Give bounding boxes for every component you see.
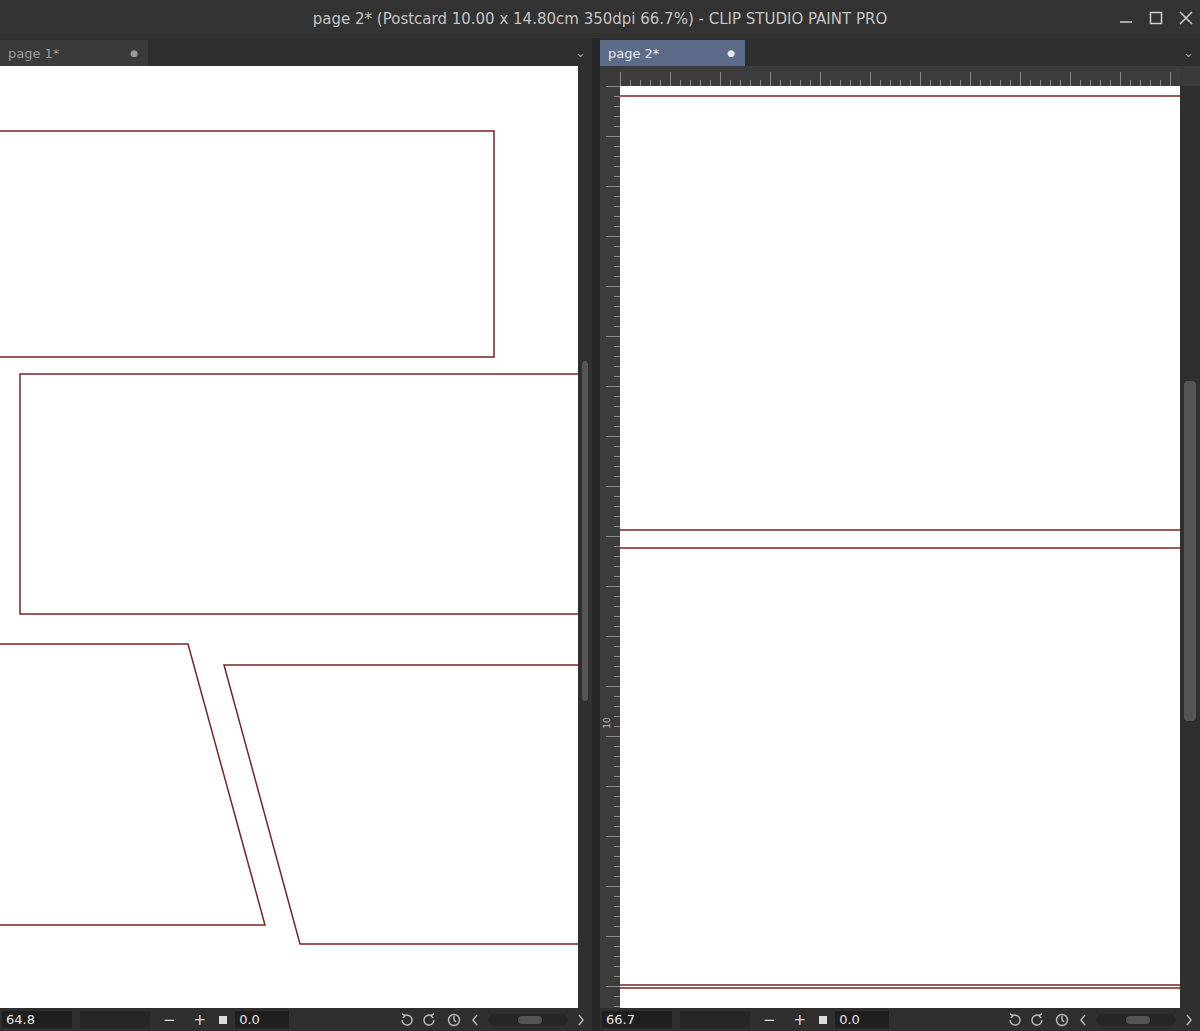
zoom-slider[interactable] <box>80 1011 150 1028</box>
title-bar: page 2* (Postcard 10.00 x 14.80cm 350dpi… <box>0 0 1200 38</box>
zoom-in-button[interactable]: + <box>189 1011 212 1029</box>
fit-icon[interactable] <box>219 1016 227 1024</box>
rotate-right-icon[interactable] <box>1030 1012 1046 1028</box>
zoom-in-button[interactable]: + <box>789 1011 812 1029</box>
window-controls <box>1118 10 1194 26</box>
scroll-thumb[interactable] <box>1184 381 1196 721</box>
scroll-thumb[interactable] <box>582 361 588 701</box>
ruler-label: 10 <box>602 717 612 728</box>
canvas-row: 10 <box>600 86 1200 1008</box>
canvas-area: 10 <box>600 66 1200 1008</box>
window-title: page 2* (Postcard 10.00 x 14.80cm 350dpi… <box>313 10 887 28</box>
tab-menu-button[interactable]: ⌄ <box>1183 45 1194 60</box>
angle-field[interactable]: 0.0 <box>235 1011 289 1028</box>
zoom-slider[interactable] <box>680 1011 750 1028</box>
ruler-corner <box>600 66 620 86</box>
pane-splitter[interactable] <box>592 38 600 1031</box>
tab-row: page 1* ● ⌄ <box>0 38 592 66</box>
vertical-scrollbar[interactable] <box>578 66 592 1008</box>
zoom-field[interactable]: 64.8 <box>2 1011 72 1028</box>
minimize-icon[interactable] <box>1118 10 1134 26</box>
workspace: page 1*●⌄64.8−+0.0page 2*●⌄1066.7−+0.0 <box>0 38 1200 1031</box>
zoom-out-button[interactable]: − <box>758 1011 781 1029</box>
comic-panel <box>0 131 494 357</box>
canvas-pane: page 2* ● ⌄ 10 66.7 −+0.0 <box>600 38 1200 1031</box>
scroll-right-icon[interactable] <box>1184 1012 1194 1028</box>
page-panels <box>620 86 1180 1008</box>
comic-panel <box>224 665 578 944</box>
angle-field[interactable]: 0.0 <box>835 1011 889 1028</box>
canvas-area <box>0 66 592 1008</box>
horizontal-scrollbar[interactable] <box>1096 1014 1176 1026</box>
manga-page-canvas[interactable] <box>620 86 1180 1008</box>
scroll-left-icon[interactable] <box>1078 1012 1088 1028</box>
fit-icon[interactable] <box>819 1016 827 1024</box>
zoom-out-button[interactable]: − <box>158 1011 181 1029</box>
reset-rotation-icon[interactable] <box>1054 1012 1070 1028</box>
horizontal-scrollbar[interactable] <box>488 1014 568 1026</box>
scroll-left-icon[interactable] <box>470 1012 480 1028</box>
comic-panel <box>20 374 578 614</box>
maximize-icon[interactable] <box>1148 10 1164 26</box>
canvas-row <box>0 66 592 1008</box>
tab-menu-button[interactable]: ⌄ <box>575 45 586 60</box>
modified-marker: ● <box>130 48 138 58</box>
comic-panel <box>620 96 1180 530</box>
tab-label: page 1* <box>8 46 59 61</box>
rotate-right-icon[interactable] <box>422 1012 438 1028</box>
comic-panel <box>620 548 1180 985</box>
reset-rotation-icon[interactable] <box>446 1012 462 1028</box>
document-tab[interactable]: page 2* ● <box>600 40 745 66</box>
modified-marker: ● <box>727 48 735 58</box>
comic-panel <box>0 644 265 925</box>
zoom-field[interactable]: 66.7 <box>602 1011 672 1028</box>
top-ruler-row <box>600 66 1200 86</box>
navigator-bar: 66.7 −+0.0 <box>600 1008 1200 1031</box>
clip-studio-window: page 2* (Postcard 10.00 x 14.80cm 350dpi… <box>0 0 1200 1031</box>
tab-row: page 2* ● ⌄ <box>600 38 1200 66</box>
vertical-ruler: 10 <box>600 86 620 1008</box>
tab-label: page 2* <box>608 46 659 61</box>
scroll-right-icon[interactable] <box>576 1012 586 1028</box>
document-tab[interactable]: page 1* ● <box>0 40 148 66</box>
close-icon[interactable] <box>1178 10 1194 26</box>
rotate-left-icon[interactable] <box>398 1012 414 1028</box>
canvas-pane: page 1* ● ⌄ 64.8 −+0.0 <box>0 38 592 1031</box>
horizontal-ruler <box>620 66 1180 86</box>
page-panels <box>0 66 578 1008</box>
vertical-scrollbar[interactable] <box>1180 86 1200 1008</box>
rotate-left-icon[interactable] <box>1006 1012 1022 1028</box>
manga-page-canvas[interactable] <box>0 66 578 1008</box>
navigator-bar: 64.8 −+0.0 <box>0 1008 592 1031</box>
